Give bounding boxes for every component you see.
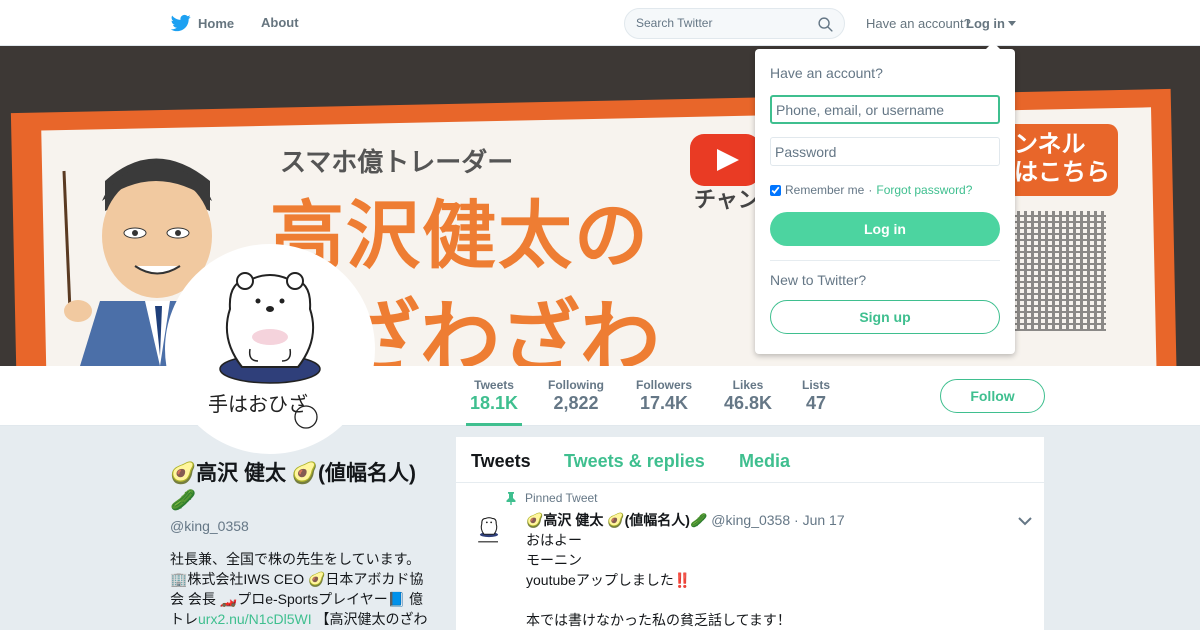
tweet-timestamp[interactable]: Jun 17 bbox=[803, 512, 845, 528]
tweet-line: youtubeアップしました‼️ bbox=[526, 570, 1006, 590]
remember-me-label[interactable]: Remember me bbox=[785, 183, 864, 197]
stat-tweets[interactable]: Tweets 18.1K bbox=[466, 378, 523, 426]
profile-name[interactable]: 🥑高沢 健太 🥑(値幅名人)🥒 bbox=[170, 460, 430, 514]
stat-lists-label: Lists bbox=[802, 378, 831, 392]
bio-link[interactable]: urx2.nu/N1cDl5WI bbox=[198, 611, 312, 627]
timeline-tabs: Tweets Tweets & replies Media bbox=[456, 437, 1044, 483]
double-exclamation-icon: ‼️ bbox=[673, 572, 692, 588]
banner-channel-text: チャン bbox=[694, 188, 760, 213]
signup-button[interactable]: Sign up bbox=[770, 300, 1000, 334]
tweet-time-separator: · bbox=[794, 512, 799, 528]
stat-lists-value: 47 bbox=[805, 393, 827, 413]
stat-tweets-label: Tweets bbox=[474, 378, 514, 392]
banner-channel-tag: ンネル はこちら bbox=[1000, 124, 1118, 196]
profile-bio: 社長兼、全国で株の先生をしています。🏢株式会社IWS CEO 🥑日本アボカド協会… bbox=[170, 549, 432, 629]
tweet-fullname[interactable]: 🥑高沢 健太 🥑(値幅名人)🥒 bbox=[526, 512, 707, 528]
login-toggle-label: Log in bbox=[966, 16, 1005, 31]
stat-following[interactable]: Following 2,822 bbox=[548, 378, 604, 414]
polar-bear-avatar-image: 手はおひざ bbox=[208, 272, 321, 429]
remember-me-row: Remember me · Forgot password? bbox=[770, 183, 972, 197]
polar-bear-avatar-thumb bbox=[478, 517, 498, 543]
username-field[interactable] bbox=[770, 95, 1000, 124]
forgot-password-link[interactable]: Forgot password? bbox=[876, 183, 972, 197]
banner-subtitle: スマホ億トレーダー bbox=[280, 148, 514, 178]
login-submit-button[interactable]: Log in bbox=[770, 212, 1000, 246]
youtube-play-icon bbox=[690, 134, 760, 186]
stat-followers-label: Followers bbox=[636, 378, 693, 392]
stat-tweets-value: 18.1K bbox=[470, 393, 519, 413]
stat-followers[interactable]: Followers 17.4K bbox=[636, 378, 692, 414]
nav-home-label: Home bbox=[198, 15, 235, 31]
tab-media[interactable]: Media bbox=[739, 451, 790, 472]
qr-code-image bbox=[1010, 211, 1106, 331]
stat-likes[interactable]: Likes 46.8K bbox=[724, 378, 772, 414]
login-dropdown-toggle[interactable]: Log in bbox=[966, 16, 1016, 31]
stat-lists[interactable]: Lists 47 bbox=[802, 378, 830, 414]
tab-tweets[interactable]: Tweets bbox=[471, 451, 531, 472]
tweet-handle[interactable]: @king_0358 bbox=[711, 512, 790, 528]
tweet-line: おはよー bbox=[526, 532, 582, 548]
new-to-twitter-text: New to Twitter? bbox=[770, 272, 867, 288]
tweet-header: 🥑高沢 健太 🥑(値幅名人)🥒 @king_0358 · Jun 17 bbox=[526, 510, 845, 530]
stat-likes-label: Likes bbox=[732, 378, 764, 392]
tweet-line: モーニン bbox=[526, 552, 582, 568]
bio-text-continued: 【高沢健太のざわ bbox=[315, 611, 428, 627]
tab-tweets-and-replies[interactable]: Tweets & replies bbox=[564, 451, 705, 472]
tweet-line: 本では書けなかった私の貧乏話してます！ bbox=[526, 612, 791, 628]
banner-tag-line1: ンネル bbox=[1014, 130, 1086, 158]
stat-following-value: 2,822 bbox=[553, 393, 599, 413]
pinned-tweet-label: Pinned Tweet bbox=[505, 491, 598, 505]
have-account-text: Have an account? bbox=[866, 16, 971, 31]
banner-title-line2: ざわざわ bbox=[340, 292, 660, 366]
tweet-avatar[interactable] bbox=[471, 513, 507, 549]
profile-screen-name[interactable]: @king_0358 bbox=[170, 518, 249, 534]
tweet-text: おはよー モーニン youtubeアップしました‼️ 本では書けなかった私の貧乏… bbox=[526, 530, 1006, 630]
search-input[interactable] bbox=[636, 16, 806, 30]
profile-avatar[interactable]: 手はおひざ bbox=[165, 244, 375, 454]
stat-followers-value: 17.4K bbox=[639, 393, 689, 413]
pin-icon bbox=[506, 491, 516, 505]
timeline: Tweets Tweets & replies Media Pinned Twe… bbox=[456, 437, 1044, 630]
twitter-bird-icon bbox=[170, 14, 191, 32]
nav-about-label: About bbox=[261, 15, 299, 30]
pinned-text: Pinned Tweet bbox=[525, 491, 598, 505]
tweet-line bbox=[526, 590, 1006, 610]
login-dropdown: Have an account? Remember me · Forgot pa… bbox=[755, 42, 1015, 354]
caret-down-icon bbox=[1008, 21, 1016, 26]
divider bbox=[770, 260, 1000, 261]
nav-about-link[interactable]: About bbox=[261, 15, 299, 30]
follow-button[interactable]: Follow bbox=[940, 379, 1045, 413]
remember-separator: · bbox=[868, 183, 873, 197]
chevron-down-icon[interactable] bbox=[1018, 517, 1032, 526]
nav-home-link[interactable]: Home bbox=[170, 13, 234, 33]
login-dropdown-heading: Have an account? bbox=[770, 65, 883, 81]
stat-following-label: Following bbox=[548, 378, 604, 392]
remember-me-checkbox[interactable] bbox=[770, 184, 781, 196]
tweet-line-text: youtubeアップしました bbox=[526, 572, 674, 588]
search-icon[interactable] bbox=[817, 16, 834, 33]
search-box bbox=[624, 8, 845, 39]
avatar-caption: 手はおひざ bbox=[208, 392, 308, 416]
banner-tag-line2: はこちら bbox=[1014, 158, 1110, 186]
top-navigation-bar: Home About Have an account? Log in bbox=[0, 0, 1200, 46]
password-field[interactable] bbox=[770, 137, 1000, 166]
stat-likes-value: 46.8K bbox=[724, 393, 773, 413]
